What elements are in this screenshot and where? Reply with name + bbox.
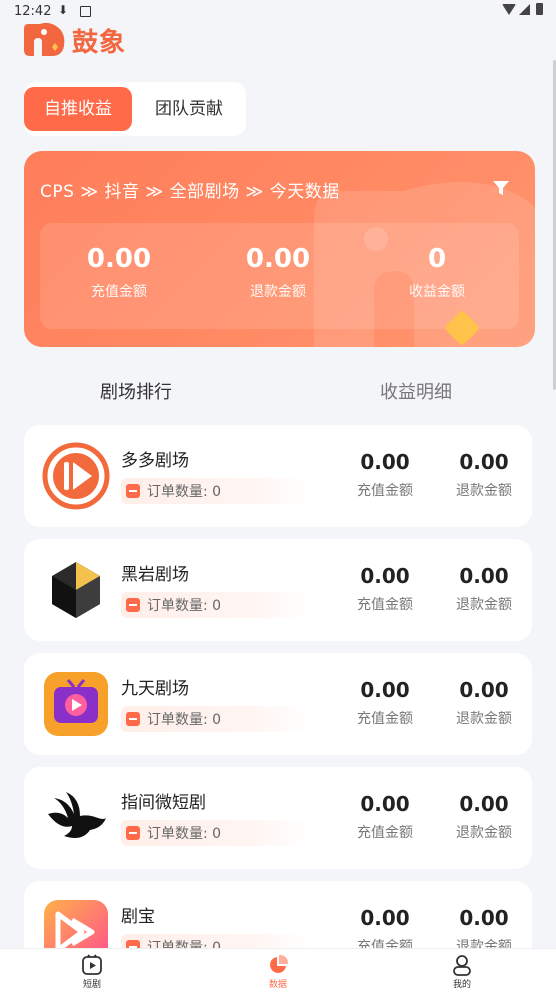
list-item[interactable]: 九天剧场 订单数量: 0 0.00 充值金额 0.00 退款金额 (24, 653, 532, 755)
nav-label-mine: 我的 (452, 980, 471, 990)
tab-team-contribution[interactable]: 团队贡献 (136, 87, 242, 131)
bottom-nav: 短剧 数据 我的 (0, 948, 556, 996)
segment-tabs: 自推收益 团队贡献 (24, 82, 246, 136)
wifi-icon (502, 4, 516, 15)
refund-value: 0.00 (459, 906, 509, 930)
stat-refund: 0.00 退款金额 (203, 243, 353, 301)
refund-value: 0.00 (459, 564, 509, 588)
recharge-value: 0.00 (360, 678, 410, 702)
refund-value: 0.00 (459, 792, 509, 816)
list-item[interactable]: 多多剧场 订单数量: 0 0.00 充值金额 0.00 退款金额 (24, 425, 532, 527)
recharge-amount: 0.00 充值金额 (340, 564, 430, 614)
order-count: 订单数量: 0 (147, 484, 222, 500)
stat-recharge-value: 0.00 (86, 244, 152, 274)
recharge-amount: 0.00 充值金额 (340, 678, 430, 728)
app-logo: 鼓象 (22, 20, 126, 60)
stat-income-label: 收益金额 (409, 284, 465, 300)
user-icon (453, 955, 471, 976)
stat-refund-value: 0.00 (245, 244, 311, 274)
refund-label: 退款金额 (456, 825, 512, 841)
signal-icon (519, 4, 530, 15)
refund-label: 退款金额 (456, 711, 512, 727)
order-count-badge: 订单数量: 0 (121, 592, 311, 618)
refund-amount: 0.00 退款金额 (439, 678, 529, 728)
status-time: 12:42 (14, 4, 52, 19)
battery-icon (536, 3, 543, 15)
order-count: 订单数量: 0 (147, 712, 222, 728)
list-item[interactable]: 黑岩剧场 订单数量: 0 0.00 充值金额 0.00 退款金额 (24, 539, 532, 641)
jiutian-logo-icon (44, 672, 108, 736)
order-icon (126, 826, 140, 840)
refund-value: 0.00 (459, 678, 509, 702)
zhijian-logo-icon (48, 792, 106, 838)
theater-name: 剧宝 (121, 907, 155, 927)
refund-label: 退款金额 (456, 483, 512, 499)
order-icon (126, 598, 140, 612)
stat-recharge: 0.00 充值金额 (44, 243, 194, 301)
recharge-amount: 0.00 充值金额 (340, 792, 430, 842)
breadcrumb[interactable]: CPS ≫ 抖音 ≫ 全部剧场 ≫ 今天数据 (40, 177, 340, 202)
pie-chart-icon (270, 954, 289, 973)
recharge-label: 充值金额 (357, 825, 413, 841)
theater-name: 指间微短剧 (121, 793, 206, 813)
recharge-label: 充值金额 (357, 597, 413, 613)
recharge-amount: 0.00 充值金额 (340, 450, 430, 500)
play-square-icon (82, 954, 102, 975)
nav-item-data[interactable]: 数据 (238, 953, 318, 990)
refund-amount: 0.00 退款金额 (439, 564, 529, 614)
order-count-badge: 订单数量: 0 (121, 706, 311, 732)
stat-income: 0 收益金额 (362, 243, 512, 301)
order-count: 订单数量: 0 (147, 598, 222, 614)
sub-tabs: 剧场排行 收益明细 (24, 372, 535, 412)
recharge-value: 0.00 (360, 792, 410, 816)
list-item[interactable]: 指间微短剧 订单数量: 0 0.00 充值金额 0.00 退款金额 (24, 767, 532, 869)
stat-recharge-label: 充值金额 (91, 284, 147, 300)
filter-icon[interactable] (492, 179, 510, 197)
stat-refund-label: 退款金额 (250, 284, 306, 300)
duoduo-logo-icon (42, 442, 110, 510)
theater-name: 九天剧场 (121, 679, 189, 699)
nav-label-short-drama: 短剧 (82, 980, 101, 990)
app-brand: 鼓象 (72, 27, 127, 58)
heiyan-logo-icon (52, 562, 100, 618)
theater-name: 多多剧场 (121, 451, 189, 471)
download-icon: ⬇ (58, 3, 69, 17)
recharge-label: 充值金额 (357, 483, 413, 499)
refund-label: 退款金额 (456, 597, 512, 613)
nav-item-mine[interactable]: 我的 (422, 953, 502, 990)
elephant-logo-icon (24, 22, 65, 56)
recharge-value: 0.00 (360, 450, 410, 474)
order-icon (126, 484, 140, 498)
nav-item-short-drama[interactable]: 短剧 (52, 953, 132, 990)
order-count-badge: 订单数量: 0 (121, 820, 311, 846)
order-count: 订单数量: 0 (147, 826, 222, 842)
recharge-label: 充值金额 (357, 711, 413, 727)
order-icon (126, 712, 140, 726)
recharge-value: 0.00 (360, 906, 410, 930)
refund-amount: 0.00 退款金额 (439, 792, 529, 842)
refund-value: 0.00 (459, 450, 509, 474)
notification-icon (80, 6, 91, 17)
recharge-value: 0.00 (360, 564, 410, 588)
stat-income-value: 0 (427, 244, 447, 274)
refund-amount: 0.00 退款金额 (439, 450, 529, 500)
theater-name: 黑岩剧场 (121, 565, 189, 585)
summary-stats: 0.00 充值金额 0.00 退款金额 0 收益金额 (40, 223, 519, 329)
order-count-badge: 订单数量: 0 (121, 478, 311, 504)
tab-income-detail[interactable]: 收益明细 (380, 378, 452, 404)
tab-self-promotion[interactable]: 自推收益 (24, 87, 132, 131)
nav-label-data: 数据 (268, 980, 287, 990)
tab-theater-ranking[interactable]: 剧场排行 (100, 378, 172, 404)
summary-card: CPS ≫ 抖音 ≫ 全部剧场 ≫ 今天数据 0.00 充值金额 0.00 退款… (24, 151, 535, 347)
